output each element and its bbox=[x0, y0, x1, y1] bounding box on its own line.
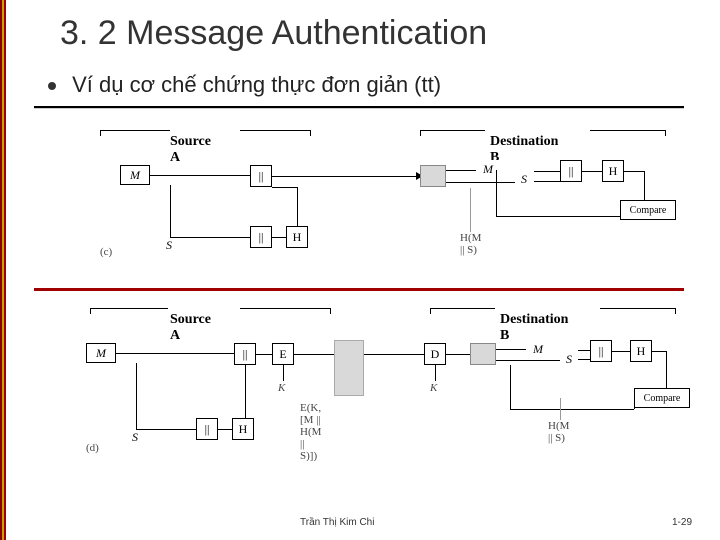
wire bbox=[446, 170, 476, 171]
split-top bbox=[420, 165, 446, 187]
channel-bot bbox=[334, 340, 364, 396]
title-underline-shadow bbox=[34, 108, 684, 109]
box-M-bot: M bbox=[86, 343, 116, 363]
wire bbox=[644, 171, 645, 203]
wire bbox=[136, 429, 196, 430]
label-hash-top: H(M || S) bbox=[460, 232, 481, 256]
marker-d: (d) bbox=[86, 442, 99, 454]
box-concat-bot-2: || bbox=[196, 418, 218, 440]
box-concat-top-3: || bbox=[560, 160, 582, 182]
wire bbox=[116, 353, 234, 354]
wire bbox=[496, 170, 497, 216]
box-Hsrc-bot: H bbox=[232, 418, 254, 440]
box-H2-top: H bbox=[602, 160, 624, 182]
wire bbox=[136, 363, 137, 429]
slide-title: 3. 2 Message Authentication bbox=[60, 14, 487, 53]
wire bbox=[582, 171, 602, 172]
wire bbox=[218, 429, 232, 430]
box-concat-top-2: || bbox=[250, 226, 272, 248]
footer-page: 1-29 bbox=[672, 517, 692, 528]
wire bbox=[496, 360, 562, 361]
source-a-label-bot: Source A bbox=[170, 312, 211, 344]
box-D-bot: D bbox=[424, 343, 446, 365]
wire bbox=[526, 216, 620, 217]
dest-b-label-top: Destination B bbox=[490, 134, 558, 166]
wire bbox=[578, 350, 590, 351]
wire bbox=[534, 181, 560, 182]
wire bbox=[245, 365, 246, 418]
marker-c: (c) bbox=[100, 246, 112, 258]
wire bbox=[294, 354, 334, 355]
wire bbox=[272, 176, 420, 177]
label-hash-bot: H(M || S) bbox=[548, 420, 569, 444]
box-concat-bot-3: || bbox=[590, 340, 612, 362]
label-K2-bot: K bbox=[430, 382, 437, 394]
wire bbox=[272, 187, 297, 188]
left-accent-bar bbox=[0, 0, 6, 540]
wire bbox=[612, 351, 630, 352]
wire bbox=[435, 365, 436, 381]
wire bbox=[170, 237, 250, 238]
wire bbox=[256, 354, 272, 355]
wire bbox=[496, 349, 526, 350]
section-divider bbox=[34, 288, 684, 291]
box-H-top: H bbox=[286, 226, 308, 248]
wire bbox=[666, 351, 667, 391]
label-enc-bot: E(K, [M || H(M || S)]) bbox=[300, 402, 321, 462]
split-bot bbox=[470, 343, 496, 365]
box-H2-bot: H bbox=[630, 340, 652, 362]
wire bbox=[446, 354, 470, 355]
label-S2-bot: S bbox=[560, 352, 578, 366]
wire bbox=[297, 187, 298, 226]
label-M2-bot: M bbox=[526, 340, 550, 358]
wire bbox=[624, 171, 644, 172]
label-K1-bot: K bbox=[278, 382, 285, 394]
label-S2-top: S bbox=[515, 172, 533, 186]
wire bbox=[496, 216, 526, 217]
box-M-top: M bbox=[120, 165, 150, 185]
wire bbox=[170, 185, 171, 237]
wire bbox=[283, 365, 284, 381]
wire bbox=[364, 354, 424, 355]
wire bbox=[446, 182, 516, 183]
box-compare-bot: Compare bbox=[634, 388, 690, 408]
slide-bullet: Ví dụ cơ chế chứng thực đơn giản (tt) bbox=[48, 72, 441, 98]
wire bbox=[150, 175, 250, 176]
leader-line bbox=[470, 188, 471, 232]
box-compare-top: Compare bbox=[620, 200, 676, 220]
wire bbox=[272, 237, 286, 238]
wire bbox=[652, 351, 666, 352]
box-concat-top-1: || bbox=[250, 165, 272, 187]
bullet-text: Ví dụ cơ chế chứng thực đơn giản (tt) bbox=[72, 72, 441, 97]
wire bbox=[634, 398, 635, 409]
wire bbox=[578, 359, 590, 360]
wire bbox=[510, 365, 511, 409]
footer-author: Trần Thị Kim Chi bbox=[300, 517, 374, 528]
box-E-bot: E bbox=[272, 343, 294, 365]
wire bbox=[510, 409, 634, 410]
wire bbox=[534, 171, 560, 172]
label-S-top: S bbox=[160, 238, 178, 252]
box-concat-bot-1: || bbox=[234, 343, 256, 365]
leader-line bbox=[560, 398, 561, 420]
source-a-label-top: Source A bbox=[170, 134, 211, 166]
label-S-bot: S bbox=[126, 430, 144, 444]
bullet-icon bbox=[48, 82, 56, 90]
